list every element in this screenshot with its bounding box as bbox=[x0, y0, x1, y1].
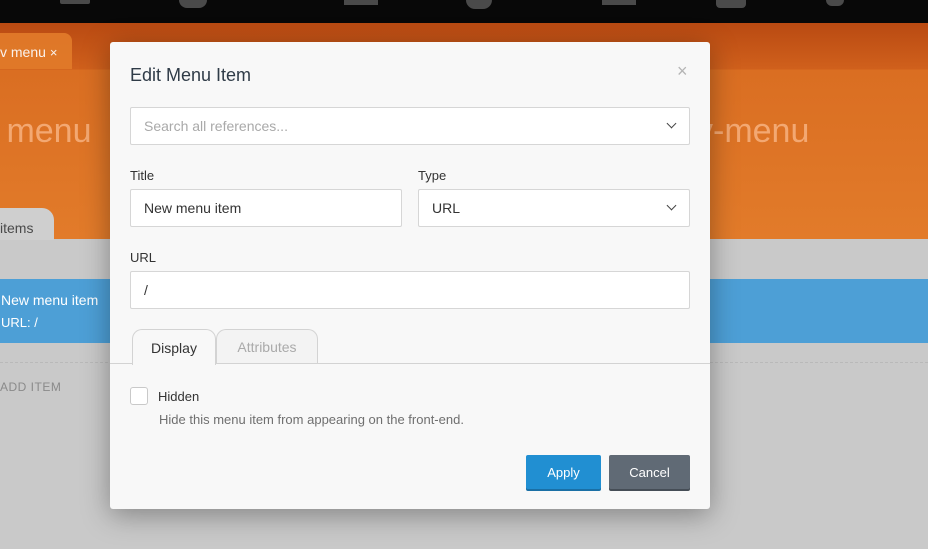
tab-items[interactable]: items bbox=[0, 208, 54, 240]
close-icon[interactable]: × bbox=[677, 61, 688, 82]
gear-icon[interactable] bbox=[826, 0, 844, 6]
type-select-value: URL bbox=[432, 200, 461, 216]
menu-icon[interactable] bbox=[60, 0, 90, 4]
url-input-value: / bbox=[144, 282, 148, 298]
chevron-down-icon bbox=[666, 118, 677, 129]
edit-menu-item-dialog: Edit Menu Item × Search all references..… bbox=[110, 42, 710, 509]
title-label: Title bbox=[130, 168, 155, 183]
document-tab-close-icon[interactable]: × bbox=[50, 45, 58, 60]
search-placeholder: Search all references... bbox=[144, 118, 288, 134]
apply-button[interactable]: Apply bbox=[526, 455, 601, 489]
chevron-down-icon bbox=[666, 200, 677, 211]
page-slug: v-menu bbox=[696, 112, 810, 150]
document-tab-label: v menu bbox=[0, 44, 46, 60]
user-icon[interactable] bbox=[179, 0, 207, 8]
page-title: v menu bbox=[0, 112, 92, 150]
menu-item-url: URL: / bbox=[1, 315, 38, 330]
top-toolbar bbox=[0, 0, 928, 23]
type-label: Type bbox=[418, 168, 447, 183]
url-label: URL bbox=[130, 250, 157, 265]
browser-icon[interactable] bbox=[602, 0, 636, 5]
dialog-title: Edit Menu Item bbox=[130, 65, 252, 85]
title-input-value: New menu item bbox=[144, 200, 242, 216]
add-item-button[interactable]: ADD ITEM bbox=[0, 380, 61, 394]
document-tab[interactable]: v menu × bbox=[0, 33, 72, 69]
hidden-help-text: Hide this menu item from appearing on th… bbox=[159, 412, 464, 427]
reference-search-select[interactable]: Search all references... bbox=[130, 107, 690, 145]
title-input[interactable]: New menu item bbox=[130, 189, 402, 227]
hidden-checkbox-label[interactable]: Hidden bbox=[158, 389, 199, 404]
hidden-checkbox[interactable] bbox=[130, 387, 148, 405]
window-icon[interactable] bbox=[344, 0, 378, 5]
menu-item-title: New menu item bbox=[1, 292, 99, 308]
person-icon[interactable] bbox=[716, 0, 746, 8]
tab-display[interactable]: Display bbox=[132, 329, 216, 365]
url-input[interactable]: / bbox=[130, 271, 690, 309]
type-select[interactable]: URL bbox=[418, 189, 690, 227]
cancel-button[interactable]: Cancel bbox=[609, 455, 690, 489]
chat-icon[interactable] bbox=[466, 0, 492, 9]
tab-attributes[interactable]: Attributes bbox=[216, 329, 318, 364]
